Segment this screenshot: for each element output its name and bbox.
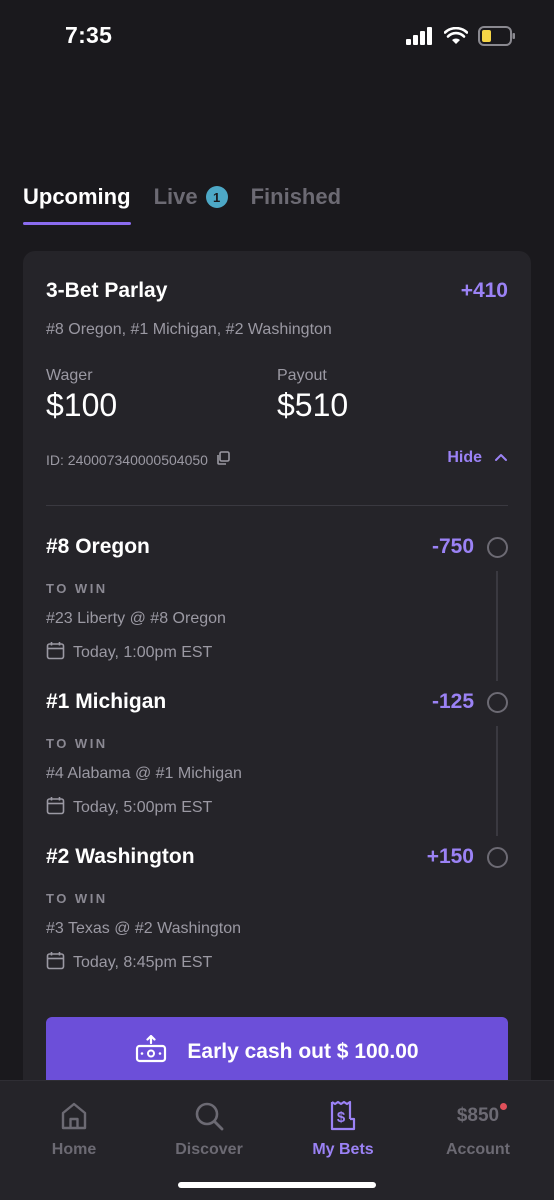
leg-date: Today, 1:00pm EST xyxy=(46,641,212,665)
nav-account[interactable]: $850 Account xyxy=(423,1099,533,1159)
status-icons xyxy=(406,26,516,51)
leg-status-indicator xyxy=(487,692,508,713)
leg-name: #8 Oregon xyxy=(46,535,150,558)
leg-match: #23 Liberty @ #8 Oregon xyxy=(46,610,226,627)
leg-status-indicator xyxy=(487,847,508,868)
notification-dot xyxy=(500,1103,508,1110)
leg-date: Today, 5:00pm EST xyxy=(46,796,212,820)
tab-finished[interactable]: Finished xyxy=(251,184,341,210)
parlay-title: 3-Bet Parlay xyxy=(46,279,168,302)
cashout-label: Early cash out $ 100.00 xyxy=(187,1040,419,1063)
nav-discover-label: Discover xyxy=(175,1141,243,1158)
tab-live-label: Live xyxy=(153,184,198,209)
leg-name: #2 Washington xyxy=(46,845,195,868)
wager-label: Wager xyxy=(46,367,93,384)
payout-label: Payout xyxy=(277,367,327,384)
tab-upcoming-label: Upcoming xyxy=(23,184,131,209)
nav-my-bets[interactable]: $ My Bets xyxy=(288,1099,398,1159)
calendar-icon xyxy=(46,796,65,820)
home-indicator xyxy=(178,1182,376,1188)
chevron-up-icon xyxy=(494,449,508,467)
leg-odds: -750 xyxy=(431,535,474,558)
divider xyxy=(46,505,508,506)
balance-text: $850 xyxy=(456,1105,500,1126)
balance-display: $850 xyxy=(423,1099,533,1133)
nav-home[interactable]: Home xyxy=(19,1099,129,1159)
bet-id: ID: 240007340000504050 xyxy=(46,451,230,468)
search-icon xyxy=(154,1099,264,1133)
leg-date-text: Today, 5:00pm EST xyxy=(73,799,213,816)
bet-id-text: ID: 240007340000504050 xyxy=(46,451,208,468)
calendar-icon xyxy=(46,951,65,975)
screen: 7:35 Upcoming Live 1 Finished 3-Bet Parl… xyxy=(0,0,554,1200)
parlay-card: 3-Bet Parlay +410 #8 Oregon, #1 Michigan… xyxy=(23,251,531,1111)
parlay-odds: +410 xyxy=(460,279,508,302)
parlay-teams: #8 Oregon, #1 Michigan, #2 Washington xyxy=(46,321,332,338)
leg-match: #3 Texas @ #2 Washington xyxy=(46,920,242,937)
hide-label: Hide xyxy=(447,449,482,466)
leg-bet-type: TO WIN xyxy=(46,891,108,906)
leg-bet-type: TO WIN xyxy=(46,581,108,596)
bet-slip-icon: $ xyxy=(288,1099,398,1133)
calendar-icon xyxy=(46,641,65,665)
balance-amount: $850 xyxy=(456,1103,508,1127)
battery-icon xyxy=(478,26,516,51)
status-time: 7:35 xyxy=(65,22,113,48)
tab-live[interactable]: Live 1 xyxy=(154,184,228,210)
leg-match: #4 Alabama @ #1 Michigan xyxy=(46,765,242,782)
leg-odds: +150 xyxy=(426,845,474,868)
nav-my-bets-label: My Bets xyxy=(312,1141,374,1158)
leg-date-text: Today, 1:00pm EST xyxy=(73,644,213,661)
bet-tabs: Upcoming Live 1 Finished xyxy=(23,184,364,225)
tab-finished-label: Finished xyxy=(250,184,342,209)
wager-amount: $100 xyxy=(46,387,118,423)
cashout-icon xyxy=(135,1034,167,1069)
early-cashout-button[interactable]: Early cash out $ 100.00 xyxy=(46,1017,508,1087)
leg-odds: -125 xyxy=(431,690,474,713)
leg-connector xyxy=(496,571,498,681)
hide-button[interactable]: Hide xyxy=(447,449,508,467)
leg-date: Today, 8:45pm EST xyxy=(46,951,212,975)
svg-text:$: $ xyxy=(337,1109,346,1126)
nav-discover[interactable]: Discover xyxy=(154,1099,264,1159)
copy-icon[interactable] xyxy=(216,451,230,468)
tab-upcoming[interactable]: Upcoming xyxy=(23,184,131,225)
leg-name: #1 Michigan xyxy=(46,690,167,713)
leg-status-indicator xyxy=(487,537,508,558)
leg-connector xyxy=(496,726,498,836)
cellular-signal-icon xyxy=(406,27,434,50)
home-icon xyxy=(19,1099,129,1133)
nav-account-label: Account xyxy=(446,1141,510,1158)
nav-home-label: Home xyxy=(51,1141,97,1158)
leg-bet-type: TO WIN xyxy=(46,736,108,751)
live-count-badge: 1 xyxy=(205,186,228,208)
wifi-icon xyxy=(443,26,469,50)
leg-date-text: Today, 8:45pm EST xyxy=(73,954,213,971)
payout-amount: $510 xyxy=(277,387,349,423)
